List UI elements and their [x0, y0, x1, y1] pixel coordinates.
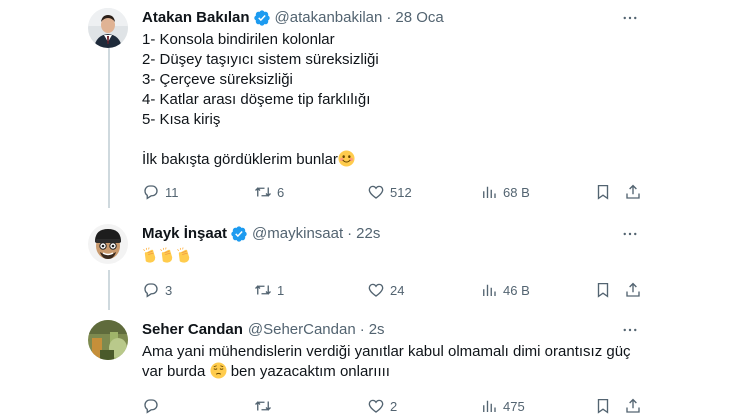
bookmark-button[interactable] [594, 280, 612, 300]
like-button[interactable]: 2 [367, 396, 397, 416]
author-name[interactable]: Seher Candan [142, 320, 243, 340]
share-icon [626, 398, 640, 413]
retweet-icon [255, 187, 271, 197]
smiling-face-emoji [338, 150, 355, 167]
share-button[interactable] [624, 396, 642, 416]
tweet-line: 5- Kısa kiriş [142, 111, 221, 128]
tweet-seher[interactable]: Seher Candan @SeherCandan · 2s Ama yani … [0, 314, 730, 420]
reply-count: 11 [165, 184, 179, 200]
tweet-line: 1- Konsola bindirilen kolonlar [142, 31, 335, 48]
avatar[interactable] [88, 224, 128, 264]
tweet-line: 3- Çerçeve süreksizliği [142, 71, 293, 88]
bookmark-button[interactable] [594, 182, 612, 202]
timestamp[interactable]: 2s [369, 320, 385, 340]
bookmark-icon [597, 398, 609, 414]
reply-button[interactable]: 11 [142, 182, 179, 202]
reply-icon [144, 185, 158, 200]
reply-count: 3 [165, 282, 173, 298]
more-icon[interactable] [618, 224, 642, 244]
like-count: 2 [390, 398, 398, 414]
tweet-line: var burda ben yazacaktım onlarıııı [142, 362, 662, 382]
author-name[interactable]: Atakan Bakılan [142, 8, 250, 28]
bookmark-button[interactable] [594, 396, 612, 416]
tweet-line-text: var burda [142, 363, 206, 380]
clapping-hands-emoji [177, 247, 190, 263]
views-button[interactable]: 46 B [480, 280, 530, 300]
more-icon[interactable] [618, 8, 642, 28]
timestamp[interactable]: 22s [356, 224, 380, 244]
like-count: 24 [390, 282, 405, 298]
timestamp[interactable]: 28 Oca [395, 8, 443, 28]
reply-icon [144, 399, 158, 414]
like-button[interactable]: 24 [367, 280, 404, 300]
tweet-line: İlk bakışta gördüklerim bunlar [142, 150, 622, 170]
like-button[interactable]: 512 [367, 182, 412, 202]
avatar[interactable] [88, 320, 128, 360]
tweet-text: 1- Konsola bindirilen kolonlar 2- Düşey … [142, 30, 622, 170]
tweet-actions: 3 1 24 46 B [142, 280, 642, 300]
separator-dot: · [347, 225, 353, 242]
retweet-count: 6 [277, 184, 285, 200]
avatar[interactable] [88, 8, 128, 48]
views-icon [483, 186, 496, 198]
clapping-hands-emoji [160, 247, 173, 263]
tweet-text [142, 247, 622, 267]
views-count: 46 B [503, 282, 530, 298]
share-icon [626, 184, 640, 199]
verified-badge-icon [231, 226, 247, 242]
pensive-face-emoji [210, 362, 227, 379]
views-button[interactable]: 475 [480, 396, 525, 416]
bookmark-icon [597, 282, 609, 298]
tweet-header: Mayk İnşaat @maykinsaat · 22s [142, 224, 380, 244]
reply-button[interactable]: 3 [142, 280, 172, 300]
author-handle[interactable]: @atakanbakilan [275, 8, 383, 28]
share-button[interactable] [624, 280, 642, 300]
like-icon [368, 399, 384, 413]
like-icon [368, 185, 384, 199]
views-count: 475 [503, 398, 525, 414]
reply-button[interactable] [142, 396, 165, 416]
tweet-line: Ama yani mühendislerin verdiği yanıtlar … [142, 343, 631, 360]
separator-dot: · [359, 321, 365, 338]
views-icon [483, 284, 496, 296]
tweet-line-text: İlk bakışta gördüklerim bunlar [142, 151, 338, 168]
views-count: 68 B [503, 184, 530, 200]
more-icon[interactable] [618, 320, 642, 340]
like-icon [368, 283, 384, 297]
like-count: 512 [390, 184, 412, 200]
verified-badge-icon [253, 10, 270, 26]
reply-icon [144, 283, 158, 298]
retweet-icon [255, 285, 271, 295]
share-icon [626, 282, 640, 297]
tweet-line: 2- Düşey taşıyıcı sistem süreksizliği [142, 51, 379, 68]
views-button[interactable]: 68 B [480, 182, 530, 202]
author-handle[interactable]: @SeherCandan [248, 320, 356, 340]
tweet-actions: 11 6 512 68 B [142, 182, 642, 202]
retweet-button[interactable] [254, 396, 277, 416]
retweet-button[interactable]: 1 [254, 280, 284, 300]
author-name[interactable]: Mayk İnşaat [142, 224, 227, 244]
tweet-header: Atakan Bakılan @atakanbakilan · 28 Oca [142, 8, 444, 28]
author-handle[interactable]: @maykinsaat [252, 224, 343, 244]
tweet-line-text: ben yazacaktım onlarıııı [230, 363, 390, 380]
separator-dot: · [386, 9, 392, 26]
tweet-atakan[interactable]: Atakan Bakılan @atakanbakilan · 28 Oca 1… [0, 0, 730, 214]
share-button[interactable] [624, 182, 642, 202]
retweet-button[interactable]: 6 [254, 182, 284, 202]
tweet-line: 4- Katlar arası döşeme tip farklılığı [142, 91, 371, 108]
bookmark-icon [597, 184, 609, 200]
tweet-mayk[interactable]: Mayk İnşaat @maykinsaat · 22s 3 1 24 46 … [0, 214, 730, 314]
retweet-icon [255, 401, 271, 411]
views-icon [483, 400, 496, 412]
retweet-count: 1 [277, 282, 285, 298]
tweet-text: Ama yani mühendislerin verdiği yanıtlar … [142, 342, 662, 382]
tweet-header: Seher Candan @SeherCandan · 2s [142, 320, 385, 340]
tweet-actions: 2 475 [142, 396, 642, 416]
tweet-line [142, 247, 622, 267]
clapping-hands-emoji [143, 247, 156, 263]
